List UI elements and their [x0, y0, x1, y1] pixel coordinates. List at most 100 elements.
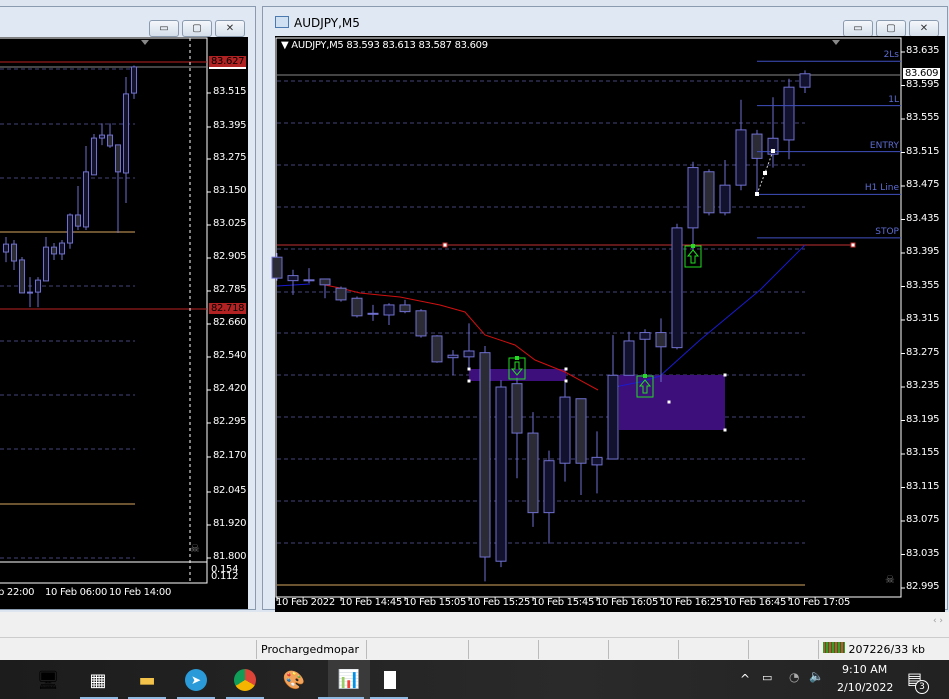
price-axis-label: 83.435	[906, 212, 940, 224]
candle	[575, 398, 587, 464]
time-axis-label: 10 Feb 14:45	[340, 597, 403, 608]
candle	[719, 184, 731, 214]
level-label-1l: 1L	[888, 94, 899, 105]
status-cell	[366, 640, 468, 659]
status-bar: Prochargedmopar 207226/33 kb	[0, 637, 949, 660]
clock-date[interactable]: 2/10/2022	[837, 681, 893, 694]
chrome-app-icon[interactable]	[229, 664, 261, 696]
signal-handle	[691, 244, 695, 248]
candle	[271, 256, 283, 279]
trend-handle	[763, 171, 767, 175]
paint-app-icon[interactable]: 🎨	[278, 664, 310, 696]
file-explorer-app-icon[interactable]: ▬	[131, 664, 163, 696]
candle	[703, 171, 715, 214]
current-price-tag: 83.609	[903, 68, 941, 79]
notification-count: 3	[915, 680, 929, 694]
price-axis-label: 83.315	[906, 313, 940, 324]
trend-handle	[771, 149, 775, 153]
wifi-icon[interactable]: ◔	[789, 670, 799, 684]
metatrader-app-icon[interactable]: 📊	[328, 660, 370, 699]
zone-handle	[564, 379, 568, 383]
computer-app-icon[interactable]: 🖥	[32, 664, 64, 696]
power-icon[interactable]: ▭	[762, 671, 772, 684]
time-axis-label: 10 Feb 15:05	[404, 597, 467, 608]
zone-handle	[467, 367, 471, 371]
status-profile: Prochargedmopar	[256, 640, 366, 659]
connection-status[interactable]: 207226/33 kb	[818, 640, 949, 659]
candle	[607, 374, 619, 460]
skull-icon: ☠	[885, 573, 895, 586]
status-cell	[538, 640, 608, 659]
price-axis-label: 83.355	[906, 279, 940, 291]
zone-handle	[723, 373, 727, 377]
scroll-arrows-icon[interactable]: ‹ ›	[933, 616, 943, 626]
connection-bars-icon	[823, 642, 845, 653]
price-axis-label: 83.555	[906, 112, 940, 123]
level-label-entry: ENTRY	[869, 140, 899, 151]
time-axis-label: 10 Feb 17:05	[788, 597, 851, 608]
price-axis-label: 83.115	[906, 480, 940, 492]
zone-handle	[467, 379, 471, 383]
level-label-2ls: 2Ls	[883, 50, 899, 61]
collapse-triangle-icon[interactable]: ▼	[281, 40, 291, 51]
time-axis-label: 10 Feb 16:45	[724, 597, 787, 608]
level-label-stop: STOP	[875, 226, 899, 237]
candle	[639, 332, 651, 340]
time-axis-label: 10 Feb 15:25	[468, 597, 531, 608]
candle	[335, 287, 347, 301]
price-axis-label: 83.395	[906, 246, 940, 257]
candle	[319, 278, 331, 286]
price-axis-label: 83.155	[906, 447, 940, 458]
candle	[479, 352, 491, 558]
time-axis-label: 10 Feb 2022	[276, 597, 335, 608]
time-axis-label: 10 Feb 16:25	[660, 597, 723, 608]
line-handle	[442, 242, 448, 248]
candle	[655, 332, 667, 348]
ohlc-readout: AUDJPY,M5 83.593 83.613 83.587 83.609	[291, 40, 488, 51]
clock-time[interactable]: 9:10 AM	[842, 663, 887, 676]
status-cell	[748, 640, 818, 659]
price-axis-label: 83.195	[906, 413, 940, 425]
candle	[527, 432, 539, 514]
price-axis-label: 83.035	[906, 547, 940, 559]
chart-shift-marker-icon	[141, 40, 149, 45]
tray-chevron-icon[interactable]: ^	[740, 672, 750, 686]
status-cell	[678, 640, 748, 659]
status-cell	[608, 640, 678, 659]
tab-strip: ‹ ›	[0, 612, 949, 637]
zone-handle	[564, 367, 568, 371]
candle	[735, 129, 747, 186]
trend-handle	[755, 192, 759, 196]
price-axis-label: 83.075	[906, 514, 940, 525]
time-axis-label: 10 Feb 16:05	[596, 597, 659, 608]
zone-handle	[667, 400, 671, 404]
candle	[303, 279, 315, 282]
price-axis-label: 83.595	[906, 78, 940, 90]
candle	[367, 312, 379, 315]
right-chart-canvas[interactable]: ☠	[0, 0, 949, 612]
status-cell	[468, 640, 538, 659]
signal-handle	[643, 374, 647, 378]
up-arrow-icon	[686, 249, 700, 264]
chart-info-line: ▼ AUDJPY,M5 83.593 83.613 83.587 83.609	[281, 40, 488, 51]
candle	[415, 310, 427, 337]
candle	[799, 73, 811, 88]
price-axis-label: 83.475	[906, 179, 940, 190]
signal-handle	[515, 356, 519, 360]
candle	[671, 227, 683, 349]
zone-handle	[723, 428, 727, 432]
candle	[431, 335, 443, 363]
candle	[447, 354, 459, 359]
candle	[399, 304, 411, 313]
candle	[543, 460, 555, 514]
blue-moving-average	[609, 244, 806, 389]
right-plot-frame	[275, 37, 902, 598]
volume-icon[interactable]: 🔈	[809, 669, 824, 683]
notes-app-icon[interactable]	[376, 664, 408, 696]
calculator-app-icon[interactable]: ▦	[82, 664, 114, 696]
price-axis-label: 83.635	[906, 45, 940, 56]
candle	[495, 386, 507, 562]
candle	[463, 350, 475, 358]
chart-shift-marker-icon	[832, 40, 840, 45]
telegram-app-icon[interactable]: ➤	[180, 664, 212, 696]
